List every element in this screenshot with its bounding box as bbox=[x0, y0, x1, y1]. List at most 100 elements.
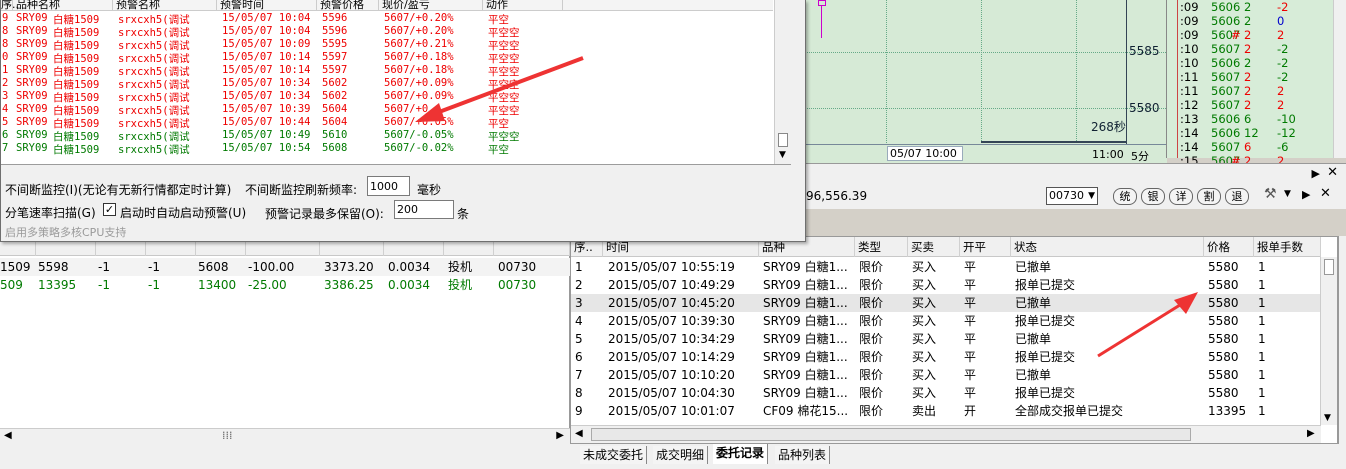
order-cell-no: 9 bbox=[575, 404, 583, 418]
alert-cell-code: SRY09 bbox=[16, 25, 48, 37]
orders-vscrollbar[interactable]: ▼ bbox=[1320, 257, 1337, 425]
arrow-left-icon[interactable]: ◀ bbox=[575, 428, 583, 439]
column-header-qty[interactable]: 报单手数 bbox=[1254, 237, 1321, 257]
tick-c: -6 bbox=[1277, 140, 1289, 154]
order-cell-no: 6 bbox=[575, 350, 583, 364]
chevron-down-icon[interactable]: ▼ bbox=[1324, 413, 1331, 423]
position-row[interactable]: 1509 5598 -1 -1 5608 -100.00 3373.20 0.0034 投机 00… bbox=[0, 258, 570, 276]
order-row[interactable]: 1 2015/05/07 10:55:19 SRY09 白糖1... 限价 买入 平 已撤单… bbox=[571, 258, 1321, 276]
close-icon[interactable]: ✕ bbox=[1327, 165, 1338, 180]
alert-row[interactable]: 1 SRY09 白糖1509 srxcxh5(调试 15/05/07 10:14 5597… bbox=[1, 64, 773, 78]
order-cell-status: 报单已提交 bbox=[1015, 278, 1076, 292]
date-label: 05/07 10:00 bbox=[887, 146, 963, 161]
chevron-down-icon[interactable]: ▼ bbox=[1284, 189, 1291, 199]
alert-row[interactable]: 8 SRY09 白糖1509 srxcxh5(调试 15/05/07 10:04 5596… bbox=[1, 25, 773, 39]
order-cell-price: 5580 bbox=[1208, 314, 1239, 328]
position-cell: -25.00 bbox=[248, 278, 287, 292]
arrow-right-icon[interactable]: ▶ bbox=[1307, 428, 1315, 439]
chevron-down-icon[interactable]: ▼ bbox=[779, 150, 786, 160]
column-header-status[interactable]: 状态 bbox=[1011, 237, 1204, 257]
axis-line bbox=[981, 141, 1126, 143]
max-keep-input[interactable] bbox=[394, 200, 454, 219]
order-row[interactable]: 8 2015/05/07 10:04:30 SRY09 白糖1... 限价 买入 平 报单已… bbox=[571, 384, 1321, 402]
column-header-symbol[interactable]: 品种名称 bbox=[13, 0, 113, 11]
position-cell: 1509 bbox=[0, 260, 31, 274]
column-header-action[interactable]: 动作 bbox=[483, 0, 563, 11]
column-header-price[interactable]: 价格 bbox=[1204, 237, 1254, 257]
close-icon[interactable]: ✕ bbox=[1320, 186, 1331, 201]
alert-row[interactable]: 2 SRY09 白糖1509 srxcxh5(调试 15/05/07 10:34 5602… bbox=[1, 77, 773, 91]
alert-row[interactable]: 6 SRY09 白糖1509 srxcxh5(调试 15/05/07 10:49 5610… bbox=[1, 129, 773, 143]
stats-button[interactable]: 统 bbox=[1113, 188, 1137, 205]
alert-cell-price: 5595 bbox=[322, 38, 348, 50]
time-label: 11:00 bbox=[1092, 148, 1124, 161]
cut-button[interactable]: 割 bbox=[1197, 188, 1221, 205]
order-row[interactable]: 9 2015/05/07 10:01:07 CF09 棉花15... 限价 卖出 开 全部成… bbox=[571, 402, 1321, 420]
alert-row[interactable]: 8 SRY09 白糖1509 srxcxh5(调试 15/05/07 10:09 5595… bbox=[1, 38, 773, 52]
order-cell-type: 限价 bbox=[859, 314, 884, 328]
position-row[interactable]: 509 13395 -1 -1 13400 -25.00 3386.25 0.0034 投机 00… bbox=[0, 276, 570, 294]
scroll-grip-icon[interactable]: ⁞⁞⁞ bbox=[222, 429, 233, 442]
tab-symbol-list[interactable]: 品种列表 bbox=[775, 446, 831, 464]
tick-p: 5607 bbox=[1211, 70, 1241, 84]
annotation-arrow bbox=[1097, 292, 1198, 358]
alert-row[interactable]: 5 SRY09 白糖1509 srxcxh5(调试 15/05/07 10:44 5604… bbox=[1, 116, 773, 130]
column-header-openclose[interactable]: 开平 bbox=[960, 237, 1011, 257]
arrow-right-icon[interactable]: ▶ bbox=[1302, 188, 1310, 201]
order-cell-price: 5580 bbox=[1208, 278, 1239, 292]
alert-cell-cur: 5607/+0.20% bbox=[384, 12, 454, 24]
column-header-seq[interactable]: 序.. bbox=[1, 0, 19, 11]
autostart-checkbox[interactable]: ✓ bbox=[103, 203, 116, 216]
column-header-strategy[interactable]: 预警名称 bbox=[113, 0, 217, 11]
autostart-label[interactable]: 启动时自动启动预警(U) bbox=[120, 204, 246, 221]
order-cell-no: 1 bbox=[575, 260, 583, 274]
orders-hscrollbar[interactable]: ◀ ⁞⁞⁞ ▶ bbox=[571, 425, 1321, 443]
positions-hscrollbar[interactable]: ◀ ⁞⁞⁞ ▶ bbox=[0, 428, 570, 444]
alert-row[interactable]: 7 SRY09 白糖1509 srxcxh5(调试 15/05/07 10:54 5608… bbox=[1, 142, 773, 156]
exit-button[interactable]: 退 bbox=[1225, 188, 1249, 205]
tick-c: -12 bbox=[1277, 126, 1296, 140]
tab-fill-details[interactable]: 成交明细 bbox=[653, 446, 709, 464]
alert-row[interactable]: 3 SRY09 白糖1509 srxcxh5(调试 15/05/07 10:34 5602… bbox=[1, 90, 773, 104]
position-cell: -1 bbox=[148, 260, 160, 274]
column-header-price[interactable]: 预警价格 bbox=[317, 0, 379, 11]
cpu-support-label[interactable]: 启用多策略多核CPU支持 bbox=[5, 224, 126, 240]
arrow-right-icon[interactable]: ▶ bbox=[1312, 167, 1320, 180]
tab-unfilled-orders[interactable]: 未成交委托 bbox=[580, 446, 648, 464]
tick-t: :14 bbox=[1180, 126, 1199, 140]
tick-v: 6 bbox=[1244, 140, 1252, 154]
alert-list-scrollbar[interactable]: ▼ bbox=[774, 0, 791, 164]
arrow-left-icon[interactable]: ◀ bbox=[4, 430, 12, 441]
tools-icon[interactable]: ⚒ bbox=[1264, 186, 1277, 202]
tick-row: :14 5606 12 -12 bbox=[1167, 126, 1346, 140]
tape-scrollbar[interactable] bbox=[1333, 0, 1346, 158]
scroll-thumb[interactable] bbox=[591, 428, 1191, 441]
price-chart[interactable]: 5585 5580 268秒 05/07 10:00 11:00 5分 bbox=[790, 0, 1167, 163]
alert-cell-code: SRY09 bbox=[16, 90, 48, 102]
alert-row[interactable]: 4 SRY09 白糖1509 srxcxh5(调试 15/05/07 10:39 5604… bbox=[1, 103, 773, 117]
column-header-side[interactable]: 买卖 bbox=[908, 237, 960, 257]
order-cell-price: 5580 bbox=[1208, 296, 1239, 310]
tick-c: -10 bbox=[1277, 112, 1296, 126]
column-header-type[interactable]: 类型 bbox=[855, 237, 908, 257]
alert-cell-no: 6 bbox=[2, 129, 9, 141]
alert-row[interactable]: 9 SRY09 白糖1509 srxcxh5(调试 15/05/07 10:04 5596… bbox=[1, 12, 773, 26]
bank-button[interactable]: 银 bbox=[1141, 188, 1165, 205]
refresh-input[interactable] bbox=[367, 176, 410, 196]
order-cell-oc: 平 bbox=[964, 260, 977, 274]
alert-cell-no: 2 bbox=[2, 77, 9, 89]
tick-scan-label[interactable]: 分笔速率扫描(G) bbox=[5, 204, 96, 221]
order-cell-qty: 1 bbox=[1258, 260, 1266, 274]
account-select[interactable]: 00730 ▼ bbox=[1046, 187, 1098, 205]
alert-row[interactable]: 0 SRY09 白糖1509 srxcxh5(调试 15/05/07 10:14 5597… bbox=[1, 51, 773, 65]
tick-t: :11 bbox=[1180, 84, 1199, 98]
tab-order-records[interactable]: 委托记录 bbox=[713, 444, 769, 464]
arrow-right-icon[interactable]: ▶ bbox=[556, 430, 564, 441]
detail-button[interactable]: 详 bbox=[1169, 188, 1193, 205]
column-header-time[interactable]: 预警时间 bbox=[217, 0, 317, 11]
scroll-thumb[interactable] bbox=[1324, 259, 1334, 275]
position-cell: -1 bbox=[98, 260, 110, 274]
column-header-current[interactable]: 现价/盈亏 bbox=[379, 0, 483, 11]
order-row[interactable]: 7 2015/05/07 10:10:20 SRY09 白糖1... 限价 买入 平 已撤单… bbox=[571, 366, 1321, 384]
scroll-thumb[interactable] bbox=[778, 133, 788, 147]
